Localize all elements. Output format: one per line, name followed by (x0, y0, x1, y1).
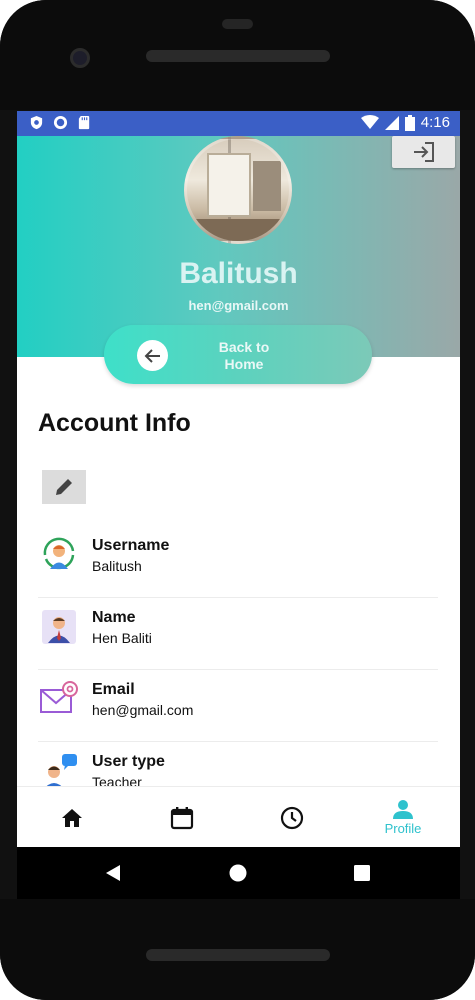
arrow-left-icon (137, 340, 168, 371)
phone-frame: 4:16 Balitush hen@gmail.com Back to Home… (0, 0, 475, 1000)
info-row-username: Username Balitush (38, 526, 438, 598)
home-icon (62, 808, 82, 827)
profile-icon (393, 800, 413, 819)
bottom-navigation: Profile (17, 786, 460, 847)
profile-header: Balitush hen@gmail.com (17, 136, 460, 357)
field-value: Hen Baliti (92, 630, 152, 646)
back-to-home-button[interactable]: Back to Home (104, 325, 372, 384)
logout-icon (413, 142, 434, 162)
system-navigation-bar (17, 847, 460, 899)
wifi-icon (360, 115, 379, 129)
app-screen: 4:16 Balitush hen@gmail.com Back to Home… (17, 111, 460, 847)
battery-icon (404, 114, 415, 131)
field-value: hen@gmail.com (92, 702, 194, 718)
profile-email: hen@gmail.com (188, 298, 289, 313)
user-sync-icon (43, 537, 75, 570)
person-card-icon (42, 610, 76, 644)
field-label: Name (92, 609, 136, 626)
page-title: Account Info (38, 409, 191, 437)
phone-bottom-bezel (0, 899, 475, 1000)
edit-button[interactable] (42, 470, 86, 504)
sd-card-icon (78, 115, 90, 130)
status-bar: 4:16 (17, 111, 460, 136)
nav-calendar[interactable] (127, 787, 237, 847)
field-label: User type (92, 753, 165, 770)
earpiece-speaker (146, 50, 330, 62)
signal-icon (384, 115, 399, 130)
circle-status-icon (53, 115, 68, 130)
info-row-name: Name Hen Baliti (38, 598, 438, 670)
info-row-email: Email hen@gmail.com (38, 670, 438, 742)
nav-clock[interactable] (237, 787, 347, 847)
chat-user-icon (43, 754, 77, 790)
field-label: Username (92, 537, 170, 554)
avatar (184, 136, 292, 244)
account-info-list: Username Balitush Name Hen Baliti Email … (38, 526, 438, 814)
recents-square-icon[interactable] (354, 865, 370, 881)
nav-home[interactable] (17, 787, 127, 847)
logout-button[interactable] (392, 136, 455, 168)
back-triangle-icon[interactable] (105, 864, 121, 882)
field-label: Email (92, 681, 135, 698)
status-time: 4:16 (420, 114, 450, 131)
pencil-icon (56, 479, 72, 495)
front-camera (70, 48, 90, 68)
phone-top-bezel (0, 0, 475, 110)
nav-profile-label: Profile (384, 821, 422, 836)
calendar-icon (170, 806, 194, 829)
back-button-label: Back to Home (218, 339, 270, 372)
profile-name: Balitush (179, 257, 298, 290)
shield-icon (30, 115, 43, 130)
nav-profile[interactable]: Profile (348, 787, 458, 847)
sensor (222, 19, 253, 29)
email-icon (40, 681, 78, 713)
clock-icon (280, 806, 304, 829)
home-circle-icon[interactable] (229, 864, 247, 882)
field-value: Balitush (92, 558, 142, 574)
bottom-speaker (146, 949, 330, 961)
